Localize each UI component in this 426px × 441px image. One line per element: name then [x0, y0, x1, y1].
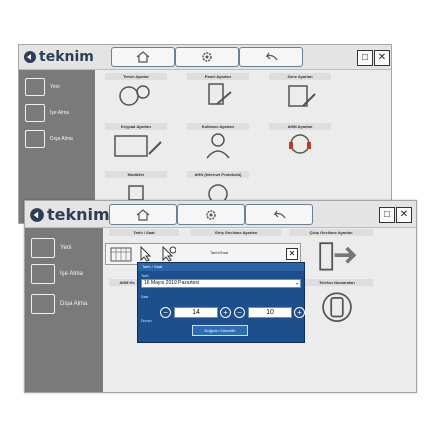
status-label: Durum	[141, 319, 152, 323]
calendar-icon	[110, 247, 132, 262]
dialog-close-button[interactable]: ✕	[286, 248, 298, 260]
close-button[interactable]: ✕	[396, 207, 412, 223]
tile-user-settings[interactable]: Kullanıcı Ayarları	[187, 123, 249, 165]
minute-field[interactable]: 10	[248, 307, 292, 318]
tile-label: Çıkış Gecikme Ayarları	[289, 229, 373, 236]
app-window-back: teknim □ ✕ Yeni İşe Alma Dışa Alma Temel…	[18, 44, 392, 224]
dialog-title: Tarih / Saat	[138, 263, 304, 271]
hour-field[interactable]: 14	[174, 307, 218, 318]
export-icon	[25, 130, 45, 148]
sidebar-item-label: İşe Alma	[50, 110, 70, 116]
headset-icon	[289, 134, 311, 154]
toolbar-title: Tarih/Saat	[210, 250, 229, 255]
hour-increment-button[interactable]: +	[220, 307, 231, 318]
teknim-logo-icon	[24, 51, 36, 63]
sidebar-item-import[interactable]: İşe Alma	[25, 104, 69, 122]
settings-button[interactable]	[177, 204, 245, 225]
date-value: 16 Mayıs 2019 Pazartesi	[144, 280, 200, 286]
home-icon	[136, 208, 150, 221]
sidebar-item-export[interactable]: Dışa Alma	[31, 294, 87, 314]
cursor-icon[interactable]	[138, 246, 154, 262]
checkmark-icon	[25, 104, 45, 122]
tile-panel-settings[interactable]: Panel Ayarları	[187, 73, 249, 115]
tile-label: AHN (İnternet Protokolü)	[187, 171, 249, 178]
edit-icon	[31, 238, 55, 258]
tile-label: AHM Ayarları	[269, 123, 331, 130]
sidebar: Yeni İşe Alma Dışa Alma	[25, 228, 103, 392]
sidebar-item-label: Yeni	[60, 245, 72, 251]
tile-label: Telefon Numaraları	[301, 279, 373, 286]
time-label: Saat	[141, 295, 149, 299]
sidebar-item-label: İşe Alma	[60, 271, 84, 277]
home-button[interactable]	[111, 47, 175, 67]
tile-date-time[interactable]: Tarih / Saat	[109, 229, 179, 236]
date-time-dialog: Tarih / Saat Tarih 16 Mayıs 2019 Pazarte…	[137, 262, 305, 343]
settings-button[interactable]	[175, 47, 239, 67]
sidebar-item-label: Dışa Alma	[50, 136, 73, 142]
phone-icon	[322, 292, 352, 322]
hour-decrement-button[interactable]: −	[160, 307, 171, 318]
date-label: Tarih	[141, 274, 149, 278]
brand-logo: teknim	[23, 49, 94, 65]
building-icon	[288, 85, 316, 107]
back-button[interactable]	[239, 47, 303, 67]
user-icon	[206, 133, 230, 159]
back-arrow-icon	[265, 52, 278, 61]
sidebar-item-label: Yeni	[50, 84, 60, 90]
checkmark-icon	[31, 264, 55, 284]
minute-increment-button[interactable]: +	[294, 307, 305, 318]
panel-tools-icon	[208, 83, 232, 105]
teknim-logo-icon	[30, 207, 44, 222]
tile-label: Temel Ayarlar	[105, 73, 167, 80]
brand-name: teknim	[47, 205, 110, 224]
tile-label: Panel Ayarları	[187, 73, 249, 80]
gear-icon	[206, 209, 216, 220]
home-icon	[136, 51, 150, 63]
sidebar-item-new[interactable]: Yeni	[25, 78, 60, 96]
title-bar: teknim □ ✕	[19, 45, 391, 70]
home-button[interactable]	[109, 204, 177, 225]
edit-icon	[25, 78, 45, 96]
tile-label: Tarih / Saat	[109, 229, 179, 236]
sidebar-item-new[interactable]: Yeni	[31, 238, 71, 258]
sidebar-item-export[interactable]: Dışa Alma	[25, 130, 73, 148]
tile-zone-settings[interactable]: Zone Ayarları	[269, 73, 331, 115]
tile-label: Modüller	[105, 171, 167, 178]
brand-name: teknim	[39, 49, 94, 65]
export-icon	[31, 294, 55, 314]
minute-decrement-button[interactable]: −	[234, 307, 245, 318]
close-button[interactable]: ✕	[374, 50, 390, 66]
tile-label: Zone Ayarları	[269, 73, 331, 80]
tile-basic-settings[interactable]: Temel Ayarlar	[105, 73, 167, 115]
tile-keypad-settings[interactable]: Keypad Ayarları	[105, 123, 167, 165]
sidebar-item-label: Dışa Alma	[60, 301, 88, 307]
sidebar-item-import[interactable]: İşe Alma	[31, 264, 83, 284]
gears-icon	[119, 85, 150, 106]
keypad-icon	[114, 135, 162, 157]
brand-logo: teknim	[29, 205, 110, 224]
restore-button[interactable]: □	[379, 207, 395, 223]
back-button[interactable]	[245, 204, 313, 225]
tile-label: Giriş Gecikme Ayarları	[191, 229, 281, 236]
cursor-add-icon[interactable]	[160, 246, 176, 262]
update-button[interactable]: Doğrulu Güncelle	[192, 325, 248, 336]
tile-label: Kullanıcı Ayarları	[187, 123, 249, 130]
tile-entry-delay[interactable]: Giriş Gecikme Ayarları	[191, 229, 281, 236]
restore-button[interactable]: □	[357, 50, 373, 66]
tile-phone-numbers[interactable]: Telefon Numaraları	[301, 279, 373, 331]
tile-label: Keypad Ayarları	[105, 123, 167, 130]
date-field[interactable]: 16 Mayıs 2019 Pazartesi ▾	[141, 279, 301, 288]
title-bar: teknim □ ✕	[25, 201, 416, 228]
back-arrow-icon	[273, 210, 286, 218]
gear-icon	[202, 52, 212, 62]
tile-ahm-settings[interactable]: AHM Ayarları	[269, 123, 331, 165]
dropdown-arrow-icon: ▾	[295, 281, 298, 286]
